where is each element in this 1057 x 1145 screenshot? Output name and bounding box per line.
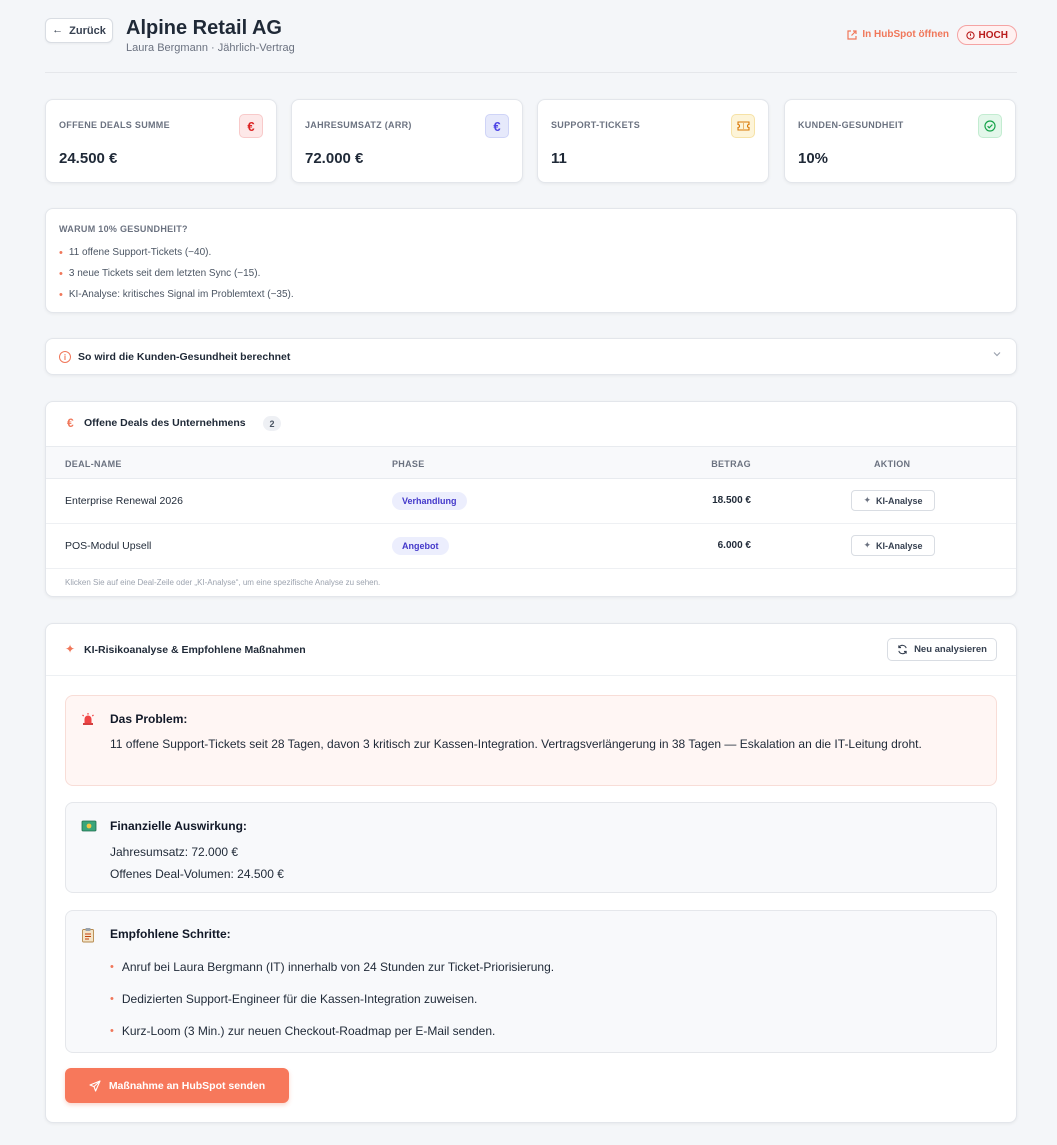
phase-badge: Angebot: [392, 537, 449, 555]
recommended-steps-title: Empfohlene Schritte:: [110, 927, 231, 941]
column-header-amount: BETRAG: [711, 459, 751, 469]
health-explanation-title: WARUM 10% GESUNDHEIT?: [59, 224, 188, 234]
kpi-card-support-tickets: SUPPORT-TICKETS 11: [537, 99, 769, 183]
ki-analyse-label: KI-Analyse: [876, 495, 923, 506]
ai-risk-analysis-card: ✦ KI-Risikoanalyse & Empfohlene Maßnahme…: [45, 623, 1017, 1123]
list-item: 3 neue Tickets seit dem letzten Sync (−1…: [59, 263, 294, 284]
list-item: Kurz-Loom (3 Min.) zur neuen Checkout-Ro…: [110, 1015, 554, 1047]
kpi-cards: OFFENE DEALS SUMME € 24.500 € JAHRESUMSA…: [45, 99, 1017, 183]
reanalyze-label: Neu analysieren: [914, 644, 987, 655]
chevron-down-icon: [992, 349, 1002, 362]
info-icon: i: [59, 351, 71, 363]
financial-line-deal-volume: Offenes Deal-Volumen: 24.500 €: [110, 867, 284, 881]
ki-analyse-label: KI-Analyse: [876, 540, 923, 551]
column-header-phase: PHASE: [392, 459, 425, 469]
recommended-steps-list: Anruf bei Laura Bergmann (IT) innerhalb …: [110, 951, 554, 1047]
kpi-value: 11: [551, 150, 567, 167]
arrow-left-icon: ←: [52, 24, 64, 36]
page-subtitle: Laura Bergmann · Jährlich-Vertrag: [126, 42, 295, 54]
open-deals-card: € Offene Deals des Unternehmens 2 DEAL-N…: [45, 401, 1017, 597]
kpi-label: SUPPORT-TICKETS: [551, 120, 641, 130]
kpi-card-customer-health: KUNDEN-GESUNDHEIT 10%: [784, 99, 1016, 183]
financial-impact-box: Finanzielle Auswirkung: Jahresumsatz: 72…: [65, 802, 997, 893]
column-header-deal-name: DEAL-NAME: [65, 459, 122, 469]
kpi-label: OFFENE DEALS SUMME: [59, 120, 170, 130]
hubspot-link-label: In HubSpot öffnen: [862, 29, 949, 40]
siren-icon: [81, 712, 95, 729]
list-item: KI-Analyse: kritisches Signal im Problem…: [59, 284, 294, 305]
ticket-icon: [731, 114, 755, 138]
table-row[interactable]: Enterprise Renewal 2026 Verhandlung 18.5…: [46, 479, 1016, 524]
list-item: 11 offene Support-Tickets (−40).: [59, 242, 294, 263]
sparkles-icon: ✦: [65, 642, 76, 656]
open-in-hubspot-link[interactable]: In HubSpot öffnen: [847, 29, 949, 40]
column-header-action: AKTION: [874, 459, 911, 469]
send-button-label: Maßnahme an HubSpot senden: [108, 1079, 266, 1092]
problem-title: Das Problem:: [110, 712, 188, 726]
analysis-header: ✦ KI-Risikoanalyse & Empfohlene Maßnahme…: [46, 624, 1016, 676]
table-header: DEAL-NAME PHASE BETRAG AKTION: [46, 446, 1016, 479]
financial-line-arr: Jahresumsatz: 72.000 €: [110, 845, 239, 859]
clipboard-icon: [81, 927, 95, 946]
deals-count-badge: 2: [263, 416, 281, 431]
kpi-value: 24.500 €: [59, 150, 118, 167]
deals-hint-text: Klicken Sie auf eine Deal-Zeile oder „KI…: [65, 578, 381, 587]
sparkles-icon: ✦: [863, 495, 871, 505]
deal-amount: 18.500 €: [712, 495, 751, 506]
financial-impact-lines: Jahresumsatz: 72.000 € Offenes Deal-Volu…: [110, 841, 970, 885]
priority-label: HOCH: [978, 29, 1008, 41]
list-item: Anruf bei Laura Bergmann (IT) innerhalb …: [110, 951, 554, 983]
kpi-label: KUNDEN-GESUNDHEIT: [798, 120, 904, 130]
phase-badge: Verhandlung: [392, 492, 467, 510]
analysis-title: KI-Risikoanalyse & Empfohlene Maßnahmen: [84, 644, 306, 656]
table-row[interactable]: POS-Modul Upsell Angebot 6.000 € ✦ KI-An…: [46, 524, 1016, 569]
ki-analyse-button[interactable]: ✦ KI-Analyse: [851, 535, 935, 556]
kpi-value: 10%: [798, 150, 829, 167]
check-circle-icon: [978, 114, 1002, 138]
page-title: Alpine Retail AG: [126, 17, 282, 39]
euro-icon: €: [485, 114, 509, 138]
health-explanation-card: WARUM 10% GESUNDHEIT? 11 offene Support-…: [45, 208, 1017, 313]
euro-icon: €: [67, 416, 74, 430]
deal-name: Enterprise Renewal 2026: [65, 495, 183, 507]
health-calculation-accordion[interactable]: i So wird die Kunden-Gesundheit berechne…: [45, 338, 1017, 375]
back-label: Zurück: [69, 24, 106, 37]
deal-amount: 6.000 €: [717, 540, 751, 551]
kpi-card-open-deals: OFFENE DEALS SUMME € 24.500 €: [45, 99, 277, 183]
page-header: ← Zurück Alpine Retail AG Laura Bergmann…: [45, 0, 1017, 73]
problem-box: Das Problem: 11 offene Support-Tickets s…: [65, 695, 997, 786]
open-deals-title: Offene Deals des Unternehmens: [84, 417, 246, 429]
kpi-label: JAHRESUMSATZ (ARR): [305, 120, 412, 130]
refresh-icon: [898, 644, 907, 655]
send-to-hubspot-button[interactable]: Maßnahme an HubSpot senden: [65, 1068, 289, 1103]
euro-icon: €: [239, 114, 263, 138]
sparkles-icon: ✦: [863, 540, 871, 550]
problem-text: 11 offene Support-Tickets seit 28 Tagen,…: [110, 737, 922, 751]
deal-name: POS-Modul Upsell: [65, 540, 152, 552]
ki-analyse-button[interactable]: ✦ KI-Analyse: [851, 490, 935, 511]
reanalyze-button[interactable]: Neu analysieren: [887, 638, 997, 661]
open-deals-header: € Offene Deals des Unternehmens 2: [46, 402, 1016, 446]
accordion-label: So wird die Kunden-Gesundheit berechnet: [78, 351, 291, 363]
page: ← Zurück Alpine Retail AG Laura Bergmann…: [45, 0, 1017, 1123]
external-link-icon: [847, 29, 857, 40]
health-explanation-list: 11 offene Support-Tickets (−40). 3 neue …: [59, 242, 294, 305]
kpi-value: 72.000 €: [305, 150, 364, 167]
money-icon: [81, 819, 97, 836]
alert-circle-icon: [965, 30, 975, 40]
list-item: Dedizierten Support-Engineer für die Kas…: [110, 983, 554, 1015]
back-button[interactable]: ← Zurück: [45, 18, 113, 43]
kpi-card-arr: JAHRESUMSATZ (ARR) € 72.000 €: [291, 99, 523, 183]
financial-impact-title: Finanzielle Auswirkung:: [110, 819, 247, 833]
recommended-steps-box: Empfohlene Schritte: Anruf bei Laura Ber…: [65, 910, 997, 1053]
send-icon: [89, 1079, 101, 1092]
priority-badge: HOCH: [956, 25, 1017, 45]
